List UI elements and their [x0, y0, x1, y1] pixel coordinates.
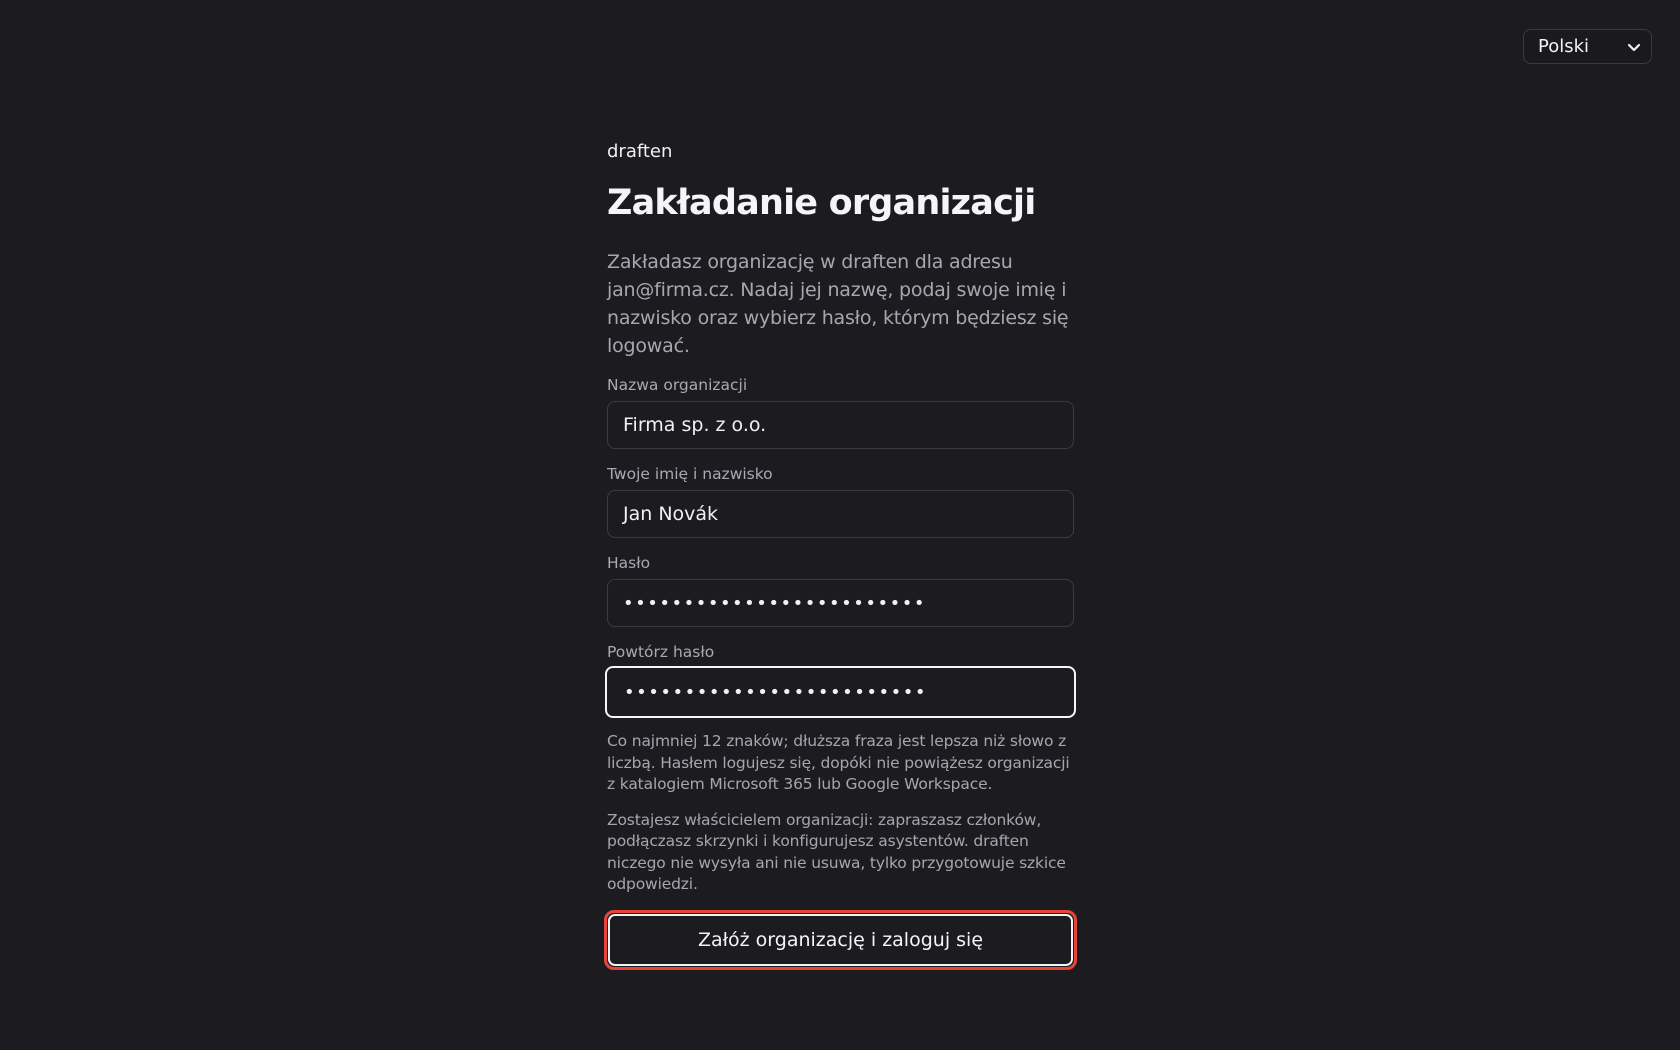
language-select[interactable]: Polski	[1523, 29, 1652, 64]
full-name-input[interactable]: Jan Novák	[607, 490, 1074, 538]
signup-card: draften Zakładanie organizacji Zakładasz…	[604, 140, 1077, 970]
page-title: Zakładanie organizacji	[607, 183, 1036, 223]
owner-hint: Zostajesz właścicielem organizacji: zapr…	[607, 810, 1066, 894]
password-repeat-field: Powtórz hasło •••••••••••••••••••••••••	[605, 642, 1076, 718]
full-name-label: Twoje imię i nazwisko	[607, 465, 773, 483]
full-name-field: Twoje imię i nazwisko Jan Novák	[607, 464, 1074, 538]
org-name-label: Nazwa organizacji	[607, 376, 748, 394]
chevron-down-icon	[1627, 40, 1641, 54]
org-name-input[interactable]: Firma sp. z o.o.	[607, 401, 1074, 449]
password-hint: Co najmniej 12 znaków; dłuższa fraza jes…	[607, 732, 1070, 793]
password-label: Hasło	[607, 554, 651, 572]
password-repeat-label: Powtórz hasło	[607, 643, 715, 661]
create-organization-button[interactable]: Załóż organizację i zaloguj się	[604, 909, 1077, 970]
create-organization-button-label: Załóż organizację i zaloguj się	[697, 928, 984, 951]
brand-name: draften	[607, 141, 673, 162]
password-input[interactable]: •••••••••••••••••••••••••	[607, 579, 1074, 627]
org-name-field: Nazwa organizacji Firma sp. z o.o.	[607, 375, 1074, 449]
intro-text: Zakładasz organizację w draften dla adre…	[607, 251, 1069, 357]
password-repeat-input[interactable]: •••••••••••••••••••••••••	[605, 666, 1076, 718]
language-select-value: Polski	[1538, 36, 1590, 57]
password-field: Hasło •••••••••••••••••••••••••	[607, 553, 1074, 627]
